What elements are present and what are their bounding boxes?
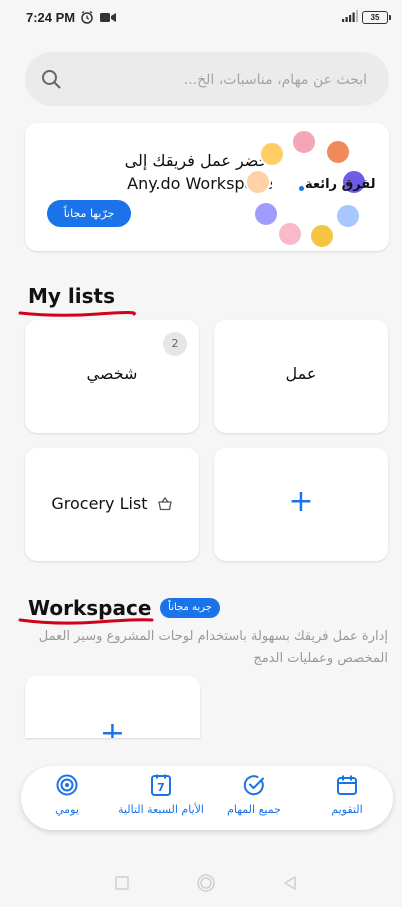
avatar: [309, 223, 335, 249]
workspace-description: إدارة عمل فريقك بسهولة باستخدام لوحات ال…: [38, 629, 388, 666]
nav-label: يومي: [55, 803, 79, 816]
workspace-promo-card[interactable]: أحضر عمل فريقك إلى Any.do Workspace جرّب…: [25, 123, 389, 251]
grocery-label-row: Grocery List: [25, 494, 199, 513]
promo-text: أحضر عمل فريقك إلى Any.do Workspace: [63, 149, 273, 195]
target-icon: [56, 774, 78, 796]
promo-line-1: أحضر عمل فريقك إلى: [124, 151, 273, 170]
add-list-icon: +: [288, 484, 314, 519]
ring-dot: [299, 186, 304, 191]
add-workspace-icon: +: [99, 716, 126, 738]
list-tile-label: عمل: [285, 364, 317, 383]
nav-next-7-days[interactable]: 7 الأيام السبعة التالية: [111, 774, 211, 816]
bottom-navigation: التقويم جميع المهام 7 الأيام السبعة التا…: [21, 766, 393, 830]
workspace-try-badge[interactable]: جربه مجاناً: [160, 598, 220, 618]
calendar-icon: [337, 775, 357, 795]
nav-calendar[interactable]: التقويم: [297, 774, 397, 816]
avatar: [253, 201, 279, 227]
video-icon: [100, 13, 116, 22]
system-navigation-bar: [0, 860, 402, 907]
avatar: [325, 139, 351, 165]
list-tile-grocery[interactable]: Grocery List: [25, 448, 199, 561]
basket-icon: [157, 496, 172, 511]
avatar: [335, 203, 361, 229]
avatar: [277, 221, 303, 247]
promo-line-2: Any.do Workspace: [127, 174, 273, 193]
avatar: [245, 169, 271, 195]
list-tile-label: Grocery List: [51, 494, 148, 513]
avatar: [291, 129, 317, 155]
status-bar: 7:24 PM 35: [0, 0, 402, 36]
list-count-badge: 2: [163, 332, 187, 356]
search-icon: [42, 70, 61, 89]
back-icon[interactable]: [282, 875, 298, 891]
promo-try-free-button[interactable]: جرّبها مجاناً: [47, 200, 131, 227]
nav-all-tasks[interactable]: جميع المهام: [204, 774, 304, 816]
list-tile-label: شخصي: [86, 364, 138, 383]
nav-my-day[interactable]: يومي: [17, 774, 117, 816]
home-icon[interactable]: [196, 873, 216, 893]
calendar-day-number: 7: [157, 781, 165, 794]
signal-icon: [342, 10, 358, 22]
nav-label: الأيام السبعة التالية: [118, 803, 204, 816]
calendar-seven-icon: 7: [151, 774, 171, 796]
nav-label: التقويم: [331, 803, 363, 816]
recent-apps-icon[interactable]: [114, 875, 130, 891]
nav-label: جميع المهام: [227, 803, 281, 816]
my-lists-title: My lists: [28, 284, 115, 308]
list-tile-personal[interactable]: 2 شخصي: [25, 320, 199, 433]
my-lists-underline: [18, 311, 136, 317]
battery-indicator: 35: [362, 11, 391, 24]
search-bar[interactable]: [25, 52, 389, 106]
add-workspace-tile[interactable]: +: [25, 676, 200, 738]
alarm-icon: [81, 10, 93, 24]
search-input[interactable]: [95, 64, 369, 96]
avatar: [259, 141, 285, 167]
add-list-tile[interactable]: +: [214, 448, 388, 561]
ring-label: لفرق رائعة: [305, 177, 376, 192]
check-circle-icon: [243, 775, 264, 796]
status-time: 7:24 PM: [26, 10, 76, 25]
list-tile-work[interactable]: عمل: [214, 320, 388, 433]
